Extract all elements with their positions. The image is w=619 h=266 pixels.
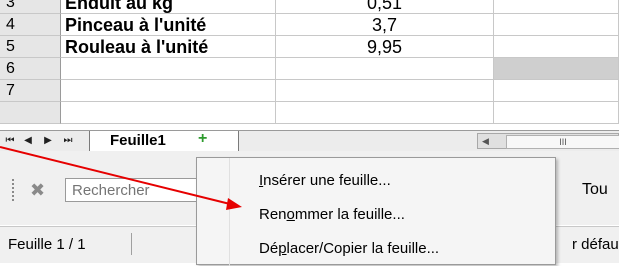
tab-feuille1[interactable]: Feuille1 + (89, 131, 239, 151)
row-header[interactable]: 3 (0, 0, 61, 14)
menu-item-move-copy-sheet[interactable]: Déplacer/Copier la feuille... (259, 240, 439, 257)
menu-icon-gutter (229, 158, 230, 266)
cell-selected[interactable] (494, 58, 619, 80)
page-style-status: r défaut (572, 236, 619, 253)
menu-label-post: mmer la feuille... (294, 206, 405, 223)
cell-item[interactable]: Pinceau à l'unité (61, 14, 276, 36)
first-sheet-icon[interactable]: ⏮ (2, 133, 18, 149)
cell-value[interactable] (276, 102, 494, 124)
prev-sheet-icon[interactable]: ◀ (20, 133, 36, 149)
row-5: 5 Rouleau à l'unité 9,95 (0, 36, 619, 58)
menu-label-pre: Dé (259, 240, 279, 257)
menu-item-rename-sheet[interactable]: Renommer la feuille... (259, 206, 405, 223)
row-6: 6 (0, 58, 619, 80)
cell-item[interactable] (61, 80, 276, 102)
row-7: 7 (0, 80, 619, 102)
spreadsheet-grid: 3 Enduit au kg 0,51 4 Pinceau à l'unité … (0, 0, 619, 130)
sheet-tab-bar: ⏮ ◀ ▶ ⏭ Feuille1 + ◀ III (0, 130, 619, 151)
scroll-thumb[interactable]: III (506, 135, 619, 149)
add-sheet-icon[interactable]: + (198, 131, 212, 147)
menu-item-insert-sheet[interactable]: Insérer une feuille... (259, 172, 391, 189)
sheet-tab-label: Feuille1 (110, 132, 166, 149)
status-divider (131, 233, 132, 255)
next-sheet-icon[interactable]: ▶ (40, 133, 56, 149)
cell-item[interactable]: Rouleau à l'unité (61, 36, 276, 58)
menu-accelerator: p (278, 240, 287, 257)
row-8-partial (0, 102, 619, 124)
find-all-label[interactable]: Tou (582, 181, 608, 199)
cell-empty[interactable] (494, 14, 619, 36)
cell-item[interactable] (61, 58, 276, 80)
cell-empty[interactable] (494, 80, 619, 102)
cell-value[interactable]: 9,95 (276, 36, 494, 58)
row-header[interactable]: 7 (0, 80, 61, 102)
row-header[interactable] (0, 102, 61, 124)
row-header[interactable]: 5 (0, 36, 61, 58)
toolbar-grip[interactable] (12, 179, 17, 201)
horizontal-scrollbar[interactable]: ◀ III (477, 133, 619, 149)
cell-value[interactable]: 0,51 (276, 0, 494, 14)
search-input[interactable] (65, 178, 208, 202)
cell-item[interactable] (61, 102, 276, 124)
cell-item[interactable]: Enduit au kg (61, 0, 276, 14)
cell-value[interactable] (276, 58, 494, 80)
scroll-left-icon[interactable]: ◀ (482, 134, 489, 148)
cell-empty[interactable] (494, 102, 619, 124)
sheet-context-menu: Insérer une feuille... Renommer la feuil… (196, 157, 556, 266)
cell-empty[interactable] (494, 0, 619, 14)
cell-value[interactable]: 3,7 (276, 14, 494, 36)
menu-label-post: lacer/Copier la feuille... (286, 240, 440, 257)
menu-accelerator: o (286, 206, 295, 223)
cell-empty[interactable] (494, 36, 619, 58)
close-icon[interactable]: ✖ (30, 181, 45, 199)
row-header[interactable]: 6 (0, 58, 61, 80)
row-3: 3 Enduit au kg 0,51 (0, 0, 619, 14)
last-sheet-icon[interactable]: ⏭ (60, 133, 76, 149)
menu-label-post: nsérer une feuille... (263, 172, 391, 189)
sheet-count-status: Feuille 1 / 1 (8, 236, 86, 253)
cell-value[interactable] (276, 80, 494, 102)
row-header[interactable]: 4 (0, 14, 61, 36)
menu-label-pre: Ren (259, 206, 287, 223)
row-4: 4 Pinceau à l'unité 3,7 (0, 14, 619, 36)
